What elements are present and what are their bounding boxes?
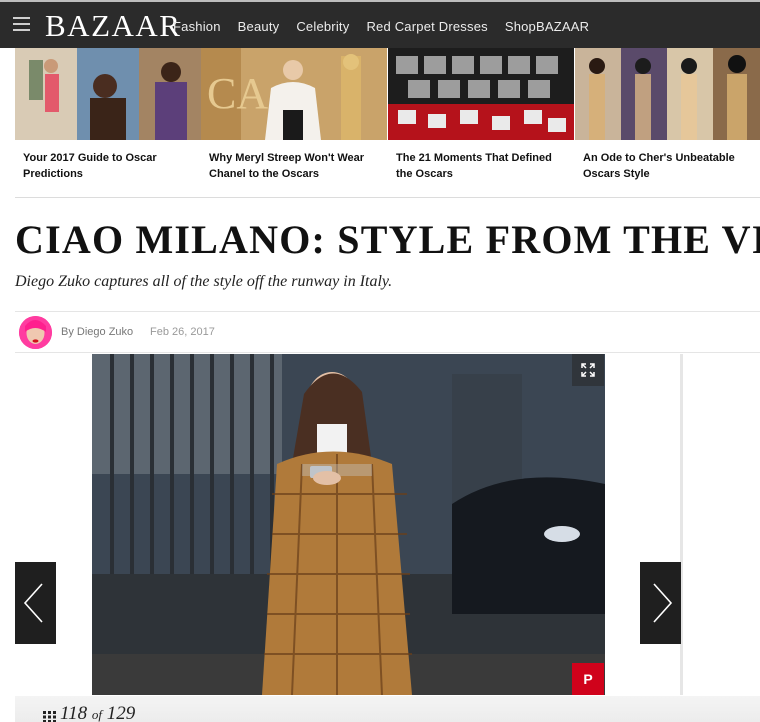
related-title: An Ode to Cher's Unbeatable Oscars Style (583, 152, 735, 180)
pinterest-icon[interactable]: P (572, 663, 604, 695)
svg-text:CA: CA (207, 69, 268, 118)
next-slide-button[interactable] (640, 562, 681, 644)
author-name[interactable]: By Diego Zuko (61, 326, 133, 338)
slide-counter: 118 of 129 (60, 703, 135, 722)
article-dek: Diego Zuko captures all of the style off… (15, 273, 393, 290)
hamburger-menu-icon[interactable] (13, 17, 30, 32)
byline: By Diego Zuko Feb 26, 2017 (15, 311, 760, 353)
related-card-oscar-predictions[interactable]: Your 2017 Guide to Oscar Predictions (15, 48, 201, 198)
gallery-photo[interactable] (92, 354, 605, 695)
expand-icon[interactable] (572, 354, 604, 386)
publish-date: Feb 26, 2017 (150, 326, 215, 338)
article-headline: CIAO MILANO: STYLE FROM THE VIA (15, 217, 760, 262)
chevron-right-icon (653, 583, 673, 623)
nav-link-shopbazaar[interactable]: ShopBAZAAR (505, 19, 589, 34)
current-slide-number: 118 (60, 703, 88, 722)
nav-link-fashion[interactable]: Fashion (173, 19, 221, 34)
main-nav: Fashion Beauty Celebrity Red Carpet Dres… (173, 19, 606, 34)
slide-of-label: of (91, 707, 102, 722)
photo-gallery: P 118 of 129 (15, 354, 760, 722)
related-card-oscar-moments[interactable]: The 21 Moments That Defined the Oscars (388, 48, 574, 198)
nav-link-red-carpet-dresses[interactable]: Red Carpet Dresses (366, 19, 487, 34)
related-thumbnail (388, 48, 574, 140)
next-photo-preview[interactable] (680, 354, 760, 695)
top-nav: BAZAAR Fashion Beauty Celebrity Red Carp… (0, 0, 760, 48)
svg-text:P: P (583, 671, 592, 687)
related-title: Why Meryl Streep Won't Wear Chanel to th… (209, 152, 365, 180)
author-avatar[interactable] (19, 316, 52, 349)
related-articles: Your 2017 Guide to Oscar Predictions CA … (15, 48, 760, 198)
nav-link-beauty[interactable]: Beauty (238, 19, 280, 34)
previous-slide-button[interactable] (15, 562, 56, 644)
slide-counter-bar: 118 of 129 (15, 696, 760, 722)
grid-icon[interactable] (43, 710, 57, 722)
related-thumbnail: CA (201, 48, 387, 140)
related-title: The 21 Moments That Defined the Oscars (396, 152, 552, 180)
total-slides-number: 129 (106, 703, 136, 722)
related-card-meryl-streep[interactable]: CA Why Meryl Streep Won't Wear Chanel to… (201, 48, 387, 198)
related-title: Your 2017 Guide to Oscar Predictions (23, 152, 157, 180)
logo-text: BAZAAR (45, 8, 182, 43)
bazaar-logo[interactable]: BAZAAR (45, 8, 181, 44)
related-thumbnail (575, 48, 760, 140)
nav-link-celebrity[interactable]: Celebrity (296, 19, 349, 34)
related-thumbnail (15, 48, 201, 140)
related-card-cher-style[interactable]: An Ode to Cher's Unbeatable Oscars Style (575, 48, 760, 198)
chevron-left-icon (23, 583, 43, 623)
